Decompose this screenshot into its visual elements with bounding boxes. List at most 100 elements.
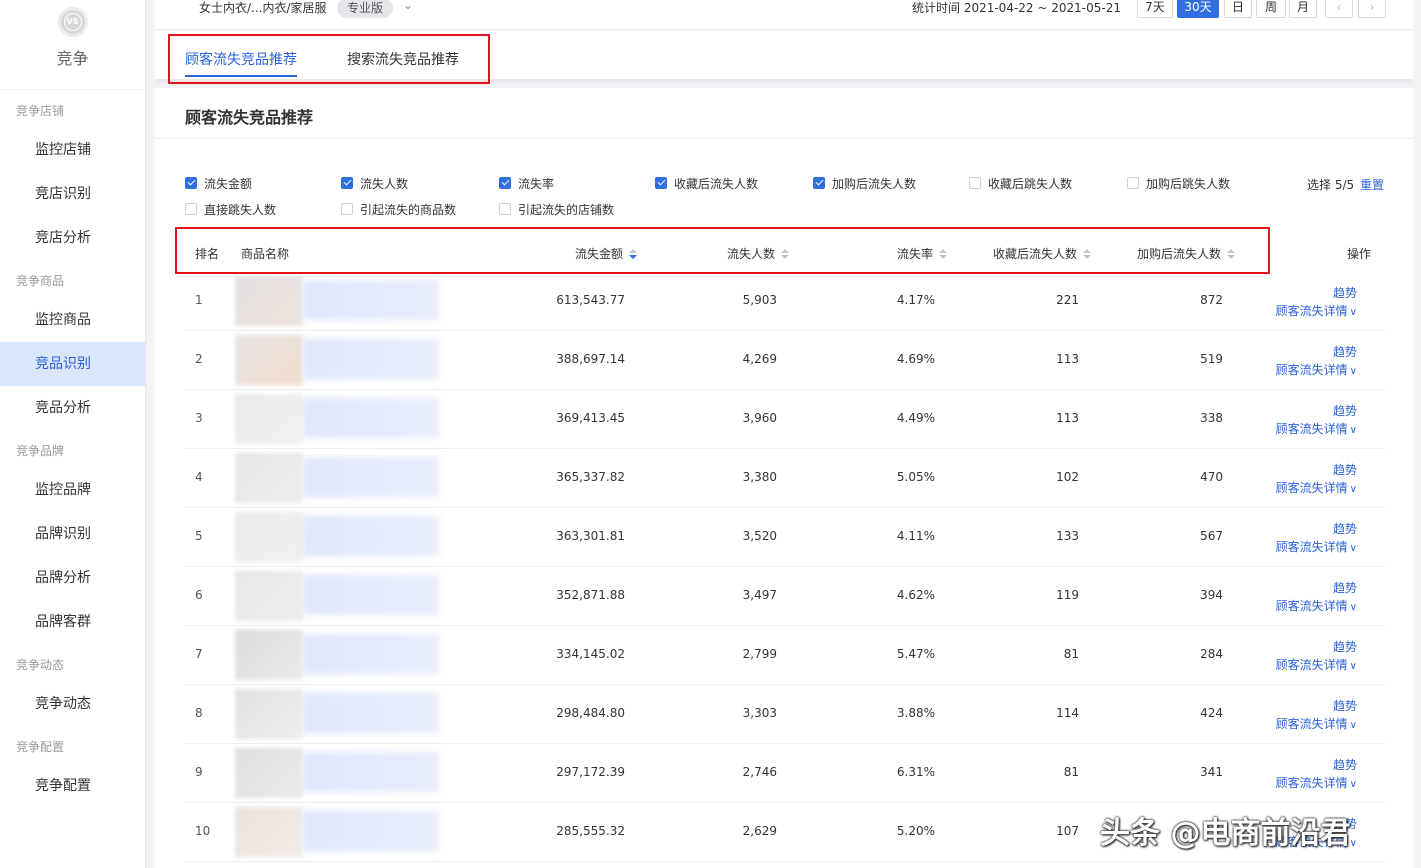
checkbox-checked-icon[interactable] bbox=[185, 177, 197, 189]
th-people[interactable]: 流失人数 bbox=[727, 245, 790, 262]
loss-detail-link[interactable]: 顾客流失详情 ∨ bbox=[1276, 361, 1357, 378]
product-thumbnail[interactable] bbox=[235, 453, 303, 503]
trend-link[interactable]: 趋势 bbox=[1333, 697, 1357, 714]
metric-checkbox[interactable]: 引起流失的店铺数 bbox=[499, 201, 614, 217]
trend-link[interactable]: 趋势 bbox=[1333, 343, 1357, 360]
sort-icon[interactable] bbox=[781, 248, 790, 261]
sidebar-item[interactable]: 竞品分析 bbox=[0, 386, 145, 430]
checkbox-icon[interactable] bbox=[341, 203, 353, 215]
metric-checkbox[interactable]: 流失率 bbox=[499, 175, 554, 191]
trend-link[interactable]: 趋势 bbox=[1333, 756, 1357, 773]
trend-link[interactable]: 趋势 bbox=[1333, 579, 1357, 596]
metric-checkbox[interactable]: 流失人数 bbox=[341, 175, 408, 191]
sidebar-item[interactable]: 竞争配置 bbox=[0, 764, 145, 808]
th-rate[interactable]: 流失率 bbox=[897, 245, 948, 262]
sort-icon[interactable] bbox=[1083, 248, 1092, 261]
prev-arrow-icon[interactable]: ‹ bbox=[1325, 0, 1353, 18]
sidebar-item[interactable]: 品牌识别 bbox=[0, 512, 145, 556]
sidebar-item[interactable]: 监控商品 bbox=[0, 298, 145, 342]
product-name-blurred[interactable] bbox=[303, 811, 439, 851]
sidebar-item[interactable]: 竞争动态 bbox=[0, 682, 145, 726]
reset-link[interactable]: 重置 bbox=[1360, 176, 1384, 193]
metric-checkbox[interactable]: 引起流失的商品数 bbox=[341, 201, 456, 217]
product-thumbnail[interactable] bbox=[235, 571, 303, 621]
sidebar-item[interactable]: 监控品牌 bbox=[0, 468, 145, 512]
table-row: 7 334,145.02 2,799 5.47% 81 284 趋势 顾客流失详情 ∨ bbox=[185, 626, 1385, 685]
loss-detail-link[interactable]: 顾客流失详情 ∨ bbox=[1276, 538, 1357, 555]
sidebar-item[interactable]: 品牌分析 bbox=[0, 556, 145, 600]
product-name-blurred[interactable] bbox=[303, 398, 439, 438]
product-name-blurred[interactable] bbox=[303, 693, 439, 733]
metric-checkbox[interactable]: 加购后跳失人数 bbox=[1127, 175, 1230, 191]
product-thumbnail[interactable] bbox=[235, 335, 303, 385]
product-name-blurred[interactable] bbox=[303, 752, 439, 792]
checkbox-icon[interactable] bbox=[969, 177, 981, 189]
checkbox-icon[interactable] bbox=[1127, 177, 1139, 189]
product-thumbnail[interactable] bbox=[235, 748, 303, 798]
range-button[interactable]: 7天 bbox=[1137, 0, 1173, 18]
trend-link[interactable]: 趋势 bbox=[1333, 402, 1357, 419]
cell-rank: 7 bbox=[195, 647, 203, 661]
product-thumbnail[interactable] bbox=[235, 630, 303, 680]
metric-checkbox[interactable]: 收藏后跳失人数 bbox=[969, 175, 1072, 191]
tab-customer-loss[interactable]: 顾客流失竞品推荐 bbox=[185, 49, 297, 69]
checkbox-checked-icon[interactable] bbox=[499, 177, 511, 189]
th-amount[interactable]: 流失金额 bbox=[575, 245, 638, 262]
metric-checkbox[interactable]: 加购后流失人数 bbox=[813, 175, 916, 191]
checkbox-icon[interactable] bbox=[185, 203, 197, 215]
checkbox-icon[interactable] bbox=[499, 203, 511, 215]
range-button[interactable]: 日 bbox=[1224, 0, 1252, 18]
loss-detail-link[interactable]: 顾客流失详情 ∨ bbox=[1276, 715, 1357, 732]
th-fav-lost[interactable]: 收藏后流失人数 bbox=[993, 245, 1092, 262]
next-arrow-icon[interactable]: › bbox=[1358, 0, 1386, 18]
cell-people: 2,746 bbox=[742, 765, 777, 779]
cell-fav-lost: 133 bbox=[1056, 529, 1079, 543]
loss-detail-link[interactable]: 顾客流失详情 ∨ bbox=[1276, 479, 1357, 496]
range-button[interactable]: 30天 bbox=[1177, 0, 1219, 18]
loss-detail-link[interactable]: 顾客流失详情 ∨ bbox=[1276, 302, 1357, 319]
loss-detail-link[interactable]: 顾客流失详情 ∨ bbox=[1276, 597, 1357, 614]
loss-detail-link[interactable]: 顾客流失详情 ∨ bbox=[1276, 420, 1357, 437]
metric-checkbox[interactable]: 直接跳失人数 bbox=[185, 201, 276, 217]
chevron-down-icon[interactable]: ⌄ bbox=[403, 0, 413, 12]
tab-search-loss[interactable]: 搜索流失竞品推荐 bbox=[347, 49, 459, 69]
sidebar-item[interactable]: 品牌客群 bbox=[0, 600, 145, 644]
product-name-blurred[interactable] bbox=[303, 575, 439, 615]
checkbox-checked-icon[interactable] bbox=[813, 177, 825, 189]
metric-checkbox[interactable]: 流失金额 bbox=[185, 175, 252, 191]
th-fav-label: 收藏后流失人数 bbox=[993, 247, 1078, 261]
product-name-blurred[interactable] bbox=[303, 280, 439, 320]
sort-icon[interactable] bbox=[939, 248, 948, 261]
loss-detail-link[interactable]: 顾客流失详情 ∨ bbox=[1276, 774, 1357, 791]
product-thumbnail[interactable] bbox=[235, 276, 303, 326]
product-thumbnail[interactable] bbox=[235, 689, 303, 739]
trend-link[interactable]: 趋势 bbox=[1333, 520, 1357, 537]
product-thumbnail[interactable] bbox=[235, 512, 303, 562]
sidebar-group-title: 竞争商品 bbox=[16, 274, 65, 288]
product-name-blurred[interactable] bbox=[303, 339, 439, 379]
sidebar-item[interactable]: 监控店铺 bbox=[0, 128, 145, 172]
trend-link[interactable]: 趋势 bbox=[1333, 284, 1357, 301]
category-selector[interactable]: 女士内衣/...内衣/家居服 bbox=[199, 0, 327, 18]
loss-detail-link[interactable]: 顾客流失详情 ∨ bbox=[1276, 656, 1357, 673]
sidebar-nav: 竞争店铺 监控店铺 竞店识别 竞店分析 竞争商品 监控商品 竞品识别 竞品分析 竞争品牌 监控品牌… bbox=[0, 90, 145, 808]
product-name-blurred[interactable] bbox=[303, 634, 439, 674]
checkbox-checked-icon[interactable] bbox=[655, 177, 667, 189]
cell-people: 4,269 bbox=[742, 352, 777, 366]
trend-link[interactable]: 趋势 bbox=[1333, 638, 1357, 655]
checkbox-checked-icon[interactable] bbox=[341, 177, 353, 189]
range-button[interactable]: 周 bbox=[1256, 0, 1286, 18]
sort-icon[interactable] bbox=[1227, 248, 1236, 261]
product-name-blurred[interactable] bbox=[303, 457, 439, 497]
metric-checkbox[interactable]: 收藏后流失人数 bbox=[655, 175, 758, 191]
product-name-blurred[interactable] bbox=[303, 516, 439, 556]
sidebar-item[interactable]: 竞品识别 bbox=[0, 342, 145, 386]
sidebar-item[interactable]: 竞店识别 bbox=[0, 172, 145, 216]
sort-desc-icon[interactable] bbox=[629, 248, 638, 261]
product-thumbnail[interactable] bbox=[235, 394, 303, 444]
sidebar-item[interactable]: 竞店分析 bbox=[0, 216, 145, 260]
trend-link[interactable]: 趋势 bbox=[1333, 461, 1357, 478]
product-thumbnail[interactable] bbox=[235, 807, 303, 857]
range-button[interactable]: 月 bbox=[1289, 0, 1317, 18]
th-cart-lost[interactable]: 加购后流失人数 bbox=[1137, 245, 1236, 262]
